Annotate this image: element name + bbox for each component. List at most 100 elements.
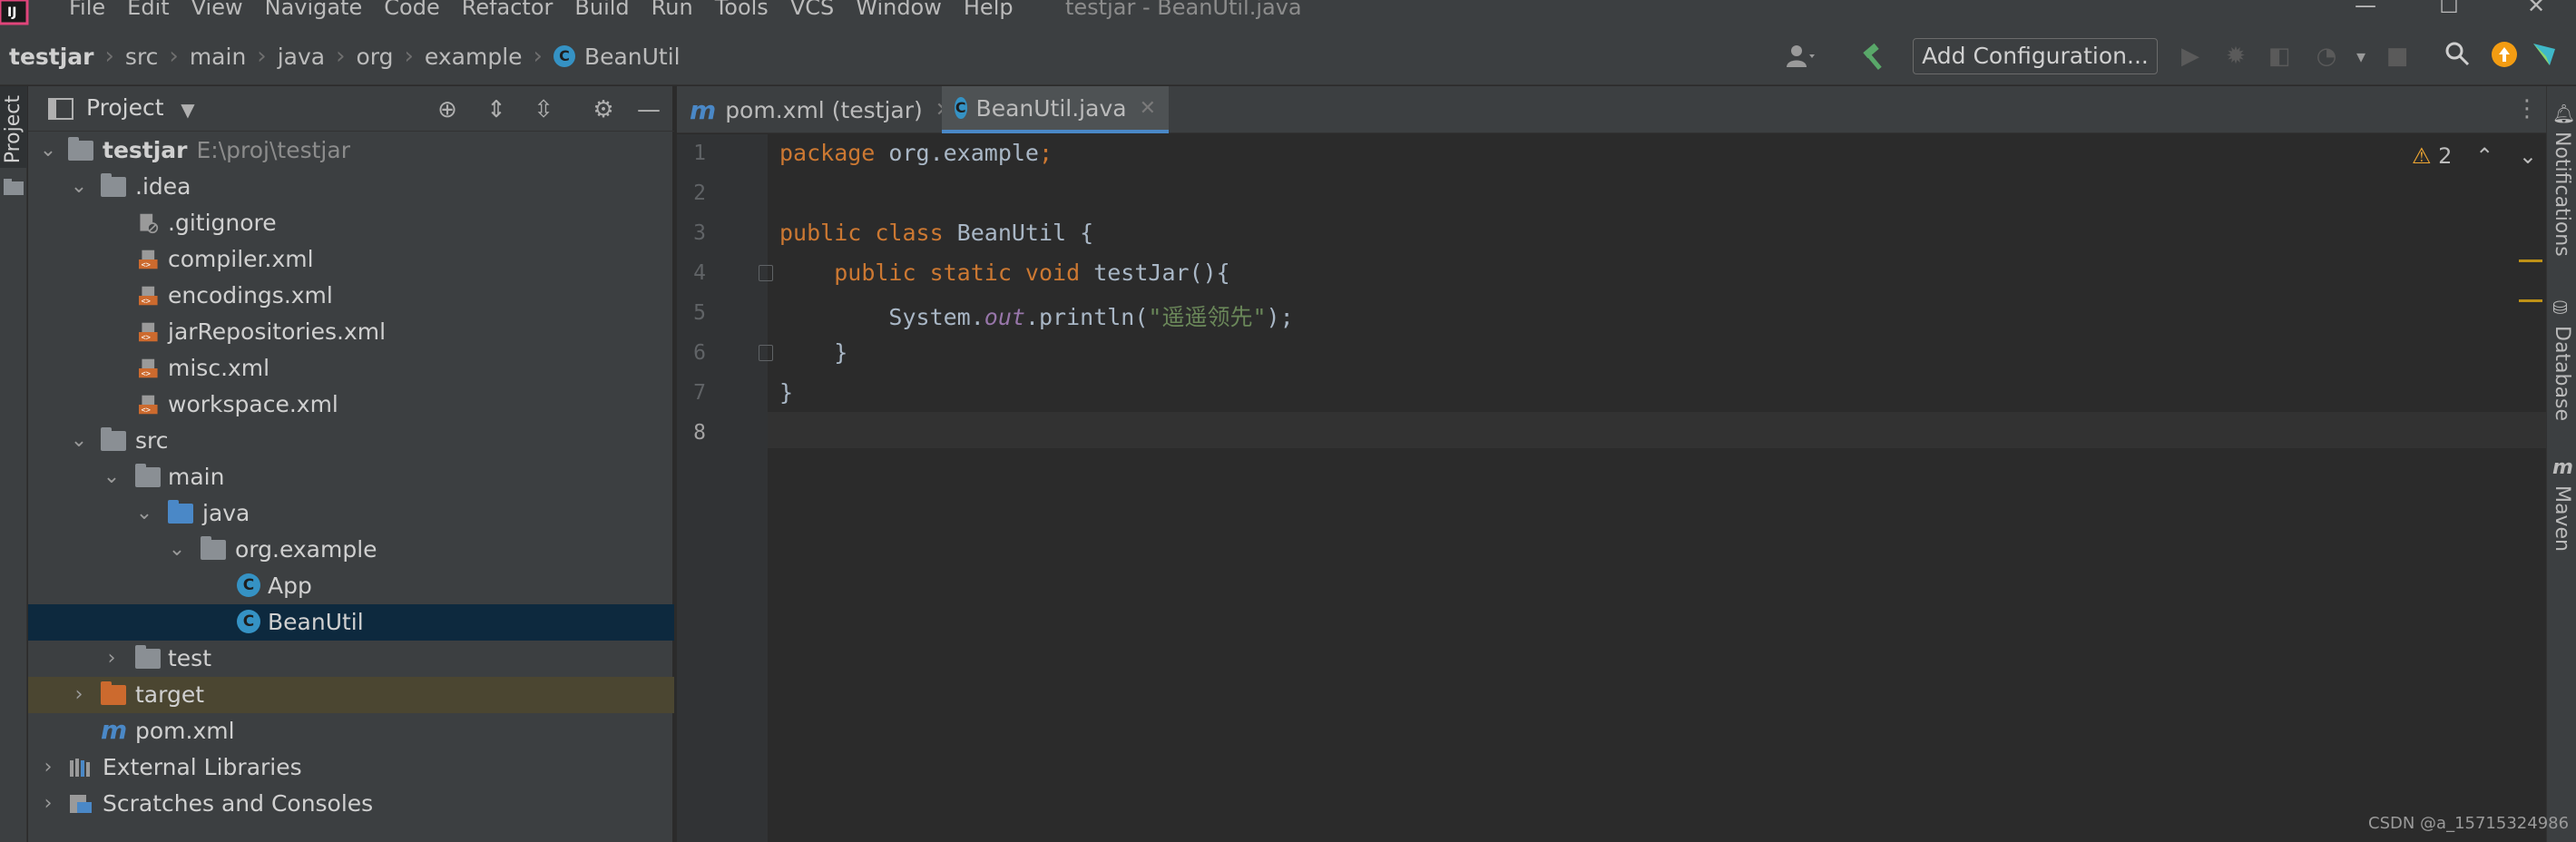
- menu-navigate[interactable]: Navigate: [265, 0, 363, 20]
- tree-item-beanutil[interactable]: C BeanUtil: [28, 604, 674, 641]
- maximize-icon[interactable]: ☐: [2437, 0, 2461, 18]
- tree-item-encodings-xml[interactable]: <> encodings.xml: [28, 278, 674, 314]
- fold-marker-icon[interactable]: [759, 265, 773, 281]
- chevron-right-icon[interactable]: ›: [39, 791, 57, 817]
- breadcrumb-item-java[interactable]: java: [278, 44, 325, 70]
- search-icon[interactable]: [2441, 40, 2473, 73]
- view-mode-dropdown-icon[interactable]: ▼: [173, 95, 202, 124]
- tree-item-app[interactable]: C App: [28, 568, 674, 604]
- breadcrumb-item-main[interactable]: main: [190, 44, 246, 70]
- chevron-down-icon[interactable]: ⌄: [103, 465, 121, 490]
- tree-item-misc-xml[interactable]: <> misc.xml: [28, 350, 674, 387]
- maven-tab[interactable]: Maven: [2551, 485, 2573, 552]
- debug-icon[interactable]: ✹: [2219, 40, 2252, 73]
- next-highlight-icon[interactable]: ⌄: [2519, 143, 2537, 169]
- tree-item-java[interactable]: ⌄ java: [28, 495, 674, 532]
- folder-icon: [4, 179, 24, 195]
- tree-item-test[interactable]: › test: [28, 641, 674, 677]
- update-icon[interactable]: [2488, 40, 2521, 73]
- code-with-me-icon[interactable]: [2528, 40, 2561, 73]
- breadcrumb-item-org[interactable]: org: [357, 44, 394, 70]
- tree-item-workspace-xml[interactable]: <> workspace.xml: [28, 387, 674, 423]
- project-tool-window-tab[interactable]: Project: [0, 86, 27, 168]
- tree-item-compiler-xml[interactable]: <> compiler.xml: [28, 241, 674, 278]
- menu-vcs[interactable]: VCS: [790, 0, 834, 20]
- user-account-icon[interactable]: [1784, 40, 1817, 73]
- project-panel-title[interactable]: Project: [86, 94, 164, 121]
- inspection-widget[interactable]: ⚠ 2 ⌃ ⌄: [2412, 143, 2537, 169]
- add-configuration-button[interactable]: Add Configuration...: [1913, 38, 2158, 74]
- more-run-options-icon[interactable]: ▾: [2345, 40, 2377, 73]
- chevron-down-icon[interactable]: ⌄: [70, 428, 88, 454]
- tree-item-pom-xml[interactable]: m pom.xml: [28, 713, 674, 749]
- run-icon[interactable]: ▶: [2174, 40, 2207, 73]
- tree-item-jarrepositories-xml[interactable]: <> jarRepositories.xml: [28, 314, 674, 350]
- tab-pom-xml[interactable]: m pom.xml (testjar) ✕: [677, 86, 952, 133]
- menu-items: File Edit View Navigate Code Refactor Bu…: [69, 0, 1035, 20]
- svg-text:<>: <>: [142, 406, 151, 416]
- menu-tools[interactable]: Tools: [715, 0, 769, 20]
- gear-icon[interactable]: ⚙: [589, 95, 618, 124]
- chevron-down-icon[interactable]: ⌄: [70, 174, 88, 200]
- tree-item-label: target: [135, 681, 205, 708]
- menu-view[interactable]: View: [191, 0, 243, 20]
- tree-item-external-libraries[interactable]: › External Libraries: [28, 749, 674, 786]
- profile-icon[interactable]: ◔: [2310, 40, 2343, 73]
- tree-item-label: External Libraries: [103, 754, 302, 780]
- expand-all-icon[interactable]: ⇕: [482, 95, 511, 124]
- previous-highlight-icon[interactable]: ⌃: [2475, 143, 2493, 169]
- chevron-down-icon[interactable]: ⌄: [135, 501, 153, 526]
- chevron-right-icon[interactable]: ›: [39, 755, 57, 780]
- xml-file-icon: <>: [139, 322, 158, 343]
- chevron-right-icon[interactable]: ›: [103, 646, 121, 671]
- tree-item-testjar[interactable]: ⌄ testjar E:\proj\testjar: [28, 132, 674, 169]
- menu-bar: IJ File Edit View Navigate Code Refactor…: [0, 0, 2576, 27]
- menu-file[interactable]: File: [69, 0, 105, 20]
- collapse-all-icon[interactable]: ⇳: [529, 95, 558, 124]
- breadcrumb-item-example[interactable]: example: [425, 44, 523, 70]
- breadcrumb-item-beanutil[interactable]: C BeanUtil: [553, 44, 681, 70]
- hide-panel-icon[interactable]: —: [634, 95, 663, 124]
- tree-item-label: workspace.xml: [168, 391, 338, 417]
- error-stripe-mark[interactable]: [2519, 259, 2542, 262]
- tree-item-src[interactable]: ⌄ src: [28, 423, 674, 459]
- line-number: 7: [693, 381, 706, 405]
- tree-item-org-example[interactable]: ⌄ org.example: [28, 532, 674, 568]
- menu-window[interactable]: Window: [856, 0, 942, 20]
- menu-run[interactable]: Run: [651, 0, 693, 20]
- code-editor[interactable]: 1 2 3 4 5 6 7 8 package org.example; pub…: [677, 134, 2546, 842]
- chevron-down-icon[interactable]: ⌄: [39, 138, 57, 163]
- database-tab[interactable]: Database: [2551, 326, 2573, 421]
- run-with-coverage-icon[interactable]: ◧: [2263, 40, 2296, 73]
- tree-item-main[interactable]: ⌄ main: [28, 459, 674, 495]
- minimize-icon[interactable]: —: [2354, 0, 2377, 18]
- menu-build[interactable]: Build: [574, 0, 629, 20]
- breadcrumb-separator-icon: ›: [257, 43, 267, 70]
- error-stripe-mark[interactable]: [2519, 299, 2542, 302]
- build-hammer-icon[interactable]: [1858, 40, 1891, 73]
- breadcrumb-item-testjar[interactable]: testjar: [9, 44, 94, 70]
- stop-icon[interactable]: ■: [2381, 40, 2414, 73]
- tab-beanutil-java[interactable]: C BeanUtil.java ✕: [942, 86, 1169, 133]
- tree-item-idea[interactable]: ⌄ .idea: [28, 169, 674, 205]
- tree-item-gitignore[interactable]: .gitignore: [28, 205, 674, 241]
- notifications-tab[interactable]: Notifications: [2551, 132, 2573, 257]
- menu-help[interactable]: Help: [964, 0, 1014, 20]
- line-number: 8: [693, 421, 706, 445]
- more-tabs-icon[interactable]: ⋮: [2515, 95, 2539, 122]
- tree-item-target[interactable]: › target: [28, 677, 674, 713]
- fold-marker-icon[interactable]: [759, 345, 773, 361]
- menu-edit[interactable]: Edit: [127, 0, 169, 20]
- breadcrumb-item-src[interactable]: src: [125, 44, 159, 70]
- menu-code[interactable]: Code: [384, 0, 439, 20]
- tree-item-label: java: [202, 500, 250, 526]
- tree-item-scratches[interactable]: › Scratches and Consoles: [28, 786, 674, 822]
- close-tab-icon[interactable]: ✕: [1140, 97, 1156, 120]
- chevron-right-icon[interactable]: ›: [70, 682, 88, 708]
- menu-refactor[interactable]: Refactor: [462, 0, 553, 20]
- chevron-down-icon[interactable]: ⌄: [168, 537, 186, 563]
- svg-text:<>: <>: [142, 334, 151, 343]
- close-window-icon[interactable]: ✕: [2524, 0, 2548, 18]
- tree-item-label: App: [268, 573, 312, 599]
- locate-file-icon[interactable]: ⊕: [433, 95, 462, 124]
